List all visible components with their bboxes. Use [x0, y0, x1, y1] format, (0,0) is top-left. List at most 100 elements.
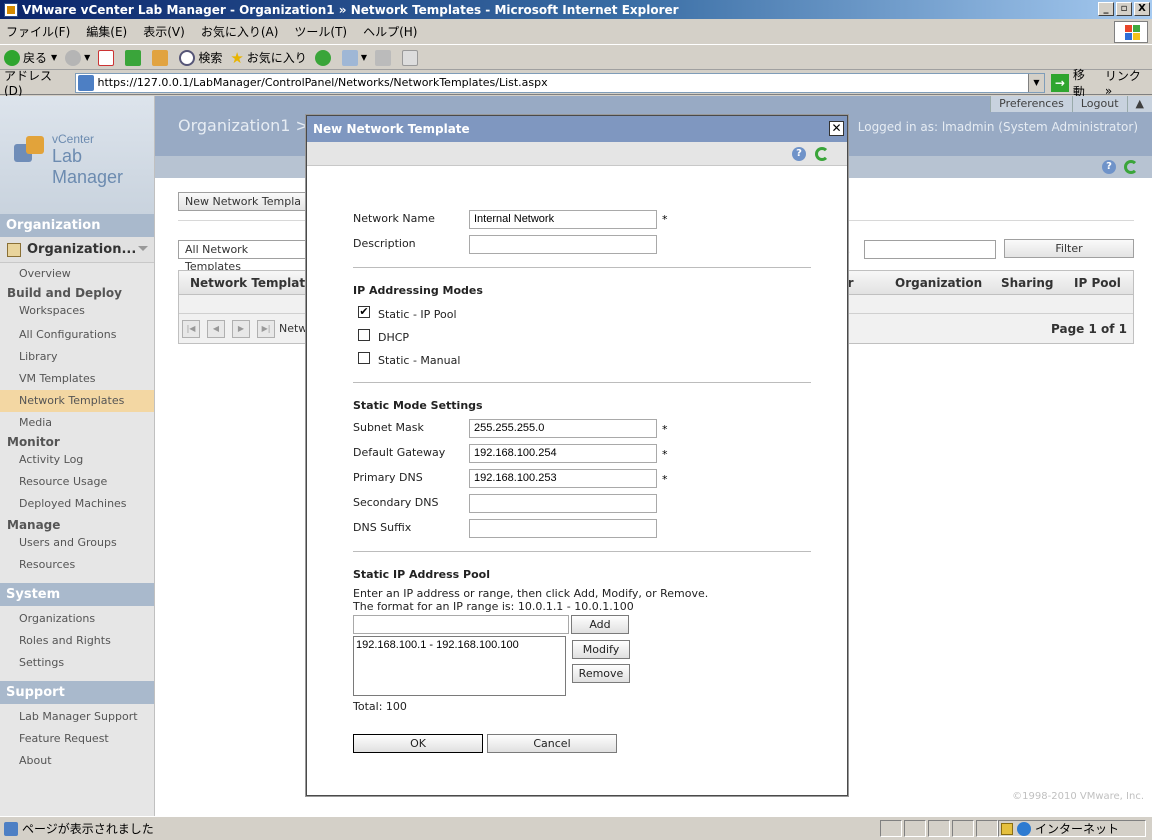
search-button[interactable]: 検索: [179, 49, 222, 66]
logged-in-text: Logged in as: lmadmin (System Administra…: [857, 120, 1138, 134]
favorites-button[interactable]: ★ お気に入り: [230, 49, 306, 67]
nav-deployed-machines[interactable]: Deployed Machines: [0, 493, 154, 515]
home-button[interactable]: [152, 49, 171, 66]
column-ip-pool[interactable]: IP Pool: [1074, 276, 1121, 290]
refresh-button[interactable]: [125, 49, 144, 66]
dhcp-checkbox[interactable]: [358, 329, 370, 341]
dialog-refresh-icon[interactable]: [815, 147, 829, 161]
menu-edit[interactable]: 編集(E): [86, 23, 127, 40]
nav-feature-request[interactable]: Feature Request: [0, 728, 154, 750]
prev-page-icon[interactable]: ◀: [207, 320, 225, 338]
cancel-button[interactable]: Cancel: [487, 734, 617, 753]
description-input[interactable]: [469, 235, 657, 254]
links-button[interactable]: リンク »: [1105, 67, 1152, 98]
subnet-mask-input[interactable]: 255.255.255.0: [469, 419, 657, 438]
organization-selector[interactable]: Organization...: [0, 237, 154, 263]
edit-button[interactable]: [401, 49, 421, 66]
network-name-label: Network Name: [353, 212, 435, 225]
close-icon[interactable]: ✕: [829, 121, 844, 136]
go-button[interactable]: → 移動: [1050, 66, 1097, 100]
column-network-template[interactable]: Network Template: [190, 276, 313, 290]
nav-vm-templates[interactable]: VM Templates: [0, 368, 154, 390]
address-url: https://127.0.0.1/LabManager/ControlPane…: [97, 76, 548, 89]
dns-suffix-input[interactable]: [469, 519, 657, 538]
nav-library[interactable]: Library: [0, 346, 154, 368]
history-button[interactable]: [314, 49, 334, 66]
stop-button[interactable]: [98, 49, 117, 66]
globe-icon: [1017, 821, 1031, 836]
first-page-icon[interactable]: |◀: [182, 320, 200, 338]
menu-tools[interactable]: ツール(T): [294, 23, 347, 40]
minimize-button[interactable]: _: [1098, 2, 1114, 16]
add-button[interactable]: Add: [571, 615, 629, 634]
nav-activity-log[interactable]: Activity Log: [0, 451, 154, 471]
preferences-link[interactable]: Preferences: [990, 96, 1072, 112]
status-cells: [880, 820, 998, 837]
dialog-toolbar: ?: [307, 142, 847, 166]
nav-workspaces[interactable]: Workspaces: [0, 302, 154, 324]
remove-button[interactable]: Remove: [572, 664, 630, 683]
copyright-text: ©1998-2010 VMware, Inc.: [1012, 791, 1144, 802]
menu-favorites[interactable]: お気に入り(A): [201, 23, 279, 40]
back-arrow-icon: [4, 49, 20, 66]
refresh-icon[interactable]: [1124, 160, 1138, 174]
new-network-template-button[interactable]: New Network Templa: [178, 192, 308, 211]
close-window-button[interactable]: X: [1134, 2, 1150, 16]
static-manual-checkbox[interactable]: [358, 352, 370, 364]
nav-users-groups[interactable]: Users and Groups: [0, 534, 154, 554]
ip-pool-list[interactable]: 192.168.100.1 - 192.168.100.100: [353, 636, 566, 696]
static-pool-checkbox[interactable]: ✔: [358, 306, 370, 318]
nav-lab-manager-support[interactable]: Lab Manager Support: [0, 706, 154, 728]
logout-link[interactable]: Logout: [1071, 96, 1127, 112]
logo-labmanager-text: Lab Manager: [52, 146, 124, 187]
address-dropdown-icon[interactable]: ▼: [1027, 73, 1044, 92]
filter-input[interactable]: [864, 240, 996, 259]
nav-settings[interactable]: Settings: [0, 652, 154, 674]
address-input[interactable]: https://127.0.0.1/LabManager/ControlPane…: [74, 72, 1045, 93]
nav-about[interactable]: About: [0, 750, 154, 772]
next-page-icon[interactable]: ▶: [232, 320, 250, 338]
nav-section-organization: Organization: [0, 214, 154, 237]
refresh-icon: [125, 49, 142, 66]
back-button[interactable]: 戻る ▼: [4, 49, 57, 66]
filter-button[interactable]: Filter: [1004, 239, 1134, 258]
window-title: VMware vCenter Lab Manager - Organizatio…: [22, 2, 679, 17]
menu-file[interactable]: ファイル(F): [6, 23, 70, 40]
nav-overview[interactable]: Overview: [0, 263, 154, 285]
secondary-dns-input[interactable]: [469, 494, 657, 513]
ip-range-input[interactable]: [353, 615, 569, 634]
primary-dns-label: Primary DNS: [353, 471, 423, 484]
nav-media[interactable]: Media: [0, 412, 154, 434]
nav-roles-rights[interactable]: Roles and Rights: [0, 630, 154, 652]
default-gateway-input[interactable]: 192.168.100.254: [469, 444, 657, 463]
help-icon[interactable]: ?: [1102, 160, 1116, 174]
mail-button[interactable]: ▼: [341, 49, 367, 66]
column-organization[interactable]: Organization: [895, 276, 982, 290]
maximize-button[interactable]: ▫: [1116, 2, 1132, 16]
window-titlebar: VMware vCenter Lab Manager - Organizatio…: [0, 0, 1152, 19]
nav-resources[interactable]: Resources: [0, 554, 154, 576]
menu-view[interactable]: 表示(V): [143, 23, 185, 40]
last-page-icon[interactable]: ▶|: [257, 320, 275, 338]
nav-group-monitor: Monitor: [7, 435, 60, 449]
column-sharing[interactable]: Sharing: [1001, 276, 1053, 290]
nav-resource-usage[interactable]: Resource Usage: [0, 471, 154, 493]
forward-button[interactable]: ▼: [65, 49, 90, 66]
nav-network-templates[interactable]: Network Templates: [0, 390, 154, 412]
ok-button[interactable]: OK: [353, 734, 483, 753]
dialog-help-icon[interactable]: ?: [792, 147, 806, 161]
list-item[interactable]: 192.168.100.1 - 192.168.100.100: [356, 639, 563, 651]
primary-dns-input[interactable]: 192.168.100.253: [469, 469, 657, 488]
collapse-icon[interactable]: ▲: [1126, 96, 1152, 112]
required-marker: *: [662, 473, 668, 486]
menu-help[interactable]: ヘルプ(H): [363, 23, 417, 40]
print-button[interactable]: [374, 49, 394, 66]
network-name-input[interactable]: Internal Network: [469, 210, 657, 229]
nav-organizations[interactable]: Organizations: [0, 608, 154, 630]
nav-all-configurations[interactable]: All Configurations: [0, 324, 154, 346]
static-manual-label: Static - Manual: [378, 354, 461, 367]
filter-select[interactable]: All Network Templates: [178, 240, 308, 273]
page-info: Page 1 of 1: [1051, 322, 1127, 336]
browser-toolbar: 戻る ▼ ▼ 検索 ★ お気に入り ▼: [0, 46, 1152, 70]
modify-button[interactable]: Modify: [572, 640, 630, 659]
